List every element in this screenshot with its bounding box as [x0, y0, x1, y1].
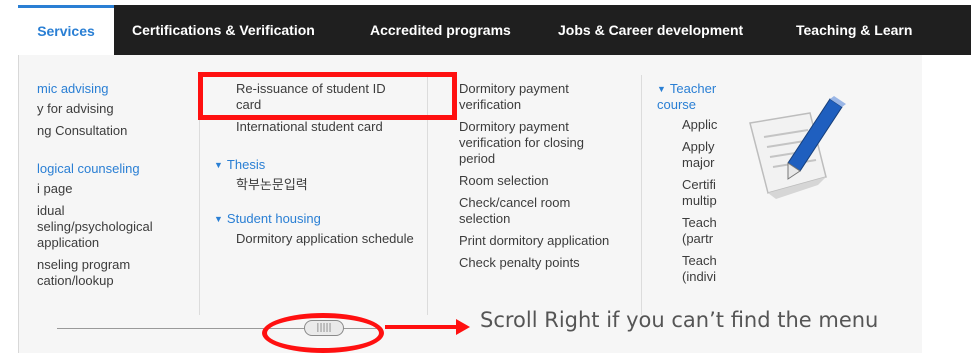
menu-link[interactable]: ng Consultation: [37, 123, 212, 139]
triangle-down-icon: ▼: [657, 84, 666, 94]
pencil-paper-icon: [749, 96, 846, 199]
menu-link[interactable]: cation/lookup: [37, 273, 212, 289]
menu-column-3: Dormitory payment verification Dormitory…: [459, 81, 619, 277]
menu-link[interactable]: Applic: [657, 117, 737, 133]
menu-link[interactable]: application: [37, 235, 212, 251]
section-academic-advising[interactable]: mic advising: [37, 81, 212, 97]
scroll-hint-text: Scroll Right if you can’t find the menu: [480, 308, 879, 332]
menu-link-international-student-card[interactable]: International student card: [214, 119, 414, 135]
top-navigation: Services Certifications & Verification A…: [18, 5, 971, 55]
arrow-head-icon: [456, 319, 470, 335]
menu-link[interactable]: Apply major: [657, 139, 737, 171]
section-thesis[interactable]: ▼ Thesis: [214, 157, 414, 173]
scrollbar-highlight-ellipse: [262, 313, 384, 353]
menu-link[interactable]: seling/psychological: [37, 219, 212, 235]
menu-link[interactable]: Room selection: [459, 173, 619, 189]
left-edge: [0, 100, 18, 340]
menu-column-1: mic advising y for advising ng Consultat…: [37, 81, 212, 295]
menu-link[interactable]: y for advising: [37, 101, 212, 117]
triangle-down-icon: ▼: [214, 160, 223, 170]
menu-link[interactable]: Teach (indivi: [657, 253, 737, 285]
nav-tab-jobs-career[interactable]: Jobs & Career development: [558, 5, 743, 55]
menu-link[interactable]: Dormitory payment verification for closi…: [459, 119, 619, 167]
menu-link[interactable]: Certifi multip: [657, 177, 737, 209]
menu-link[interactable]: Teach (partr: [657, 215, 737, 247]
menu-link[interactable]: Dormitory payment verification: [459, 81, 619, 113]
menu-link-dormitory-application-schedule[interactable]: Dormitory application schedule: [214, 231, 414, 247]
menu-column-4: ▼ Teacher course Applic Apply major Certi…: [657, 81, 737, 291]
screenshot-frame: Services Certifications & Verification A…: [0, 0, 971, 353]
section-teacher-course[interactable]: ▼ Teacher course: [657, 81, 737, 113]
nav-tab-certifications[interactable]: Certifications & Verification: [132, 5, 315, 55]
section-student-housing[interactable]: ▼ Student housing: [214, 211, 414, 227]
section-psychological-counseling[interactable]: logical counseling: [37, 161, 212, 177]
menu-link[interactable]: nseling program: [37, 257, 212, 273]
menu-link-thesis-entry[interactable]: 학부논문입력: [214, 177, 414, 193]
menu-link[interactable]: i page: [37, 181, 212, 197]
highlight-box: [198, 72, 457, 120]
arrow-icon: [385, 325, 460, 329]
menu-link[interactable]: idual: [37, 203, 212, 219]
menu-link[interactable]: Print dormitory application: [459, 233, 619, 249]
triangle-down-icon: ▼: [214, 214, 223, 224]
nav-tab-services[interactable]: Services: [18, 5, 114, 55]
nav-tab-accredited-programs[interactable]: Accredited programs: [370, 5, 511, 55]
column-divider: [641, 75, 642, 315]
menu-link[interactable]: Check penalty points: [459, 255, 619, 271]
menu-link[interactable]: Check/cancel room selection: [459, 195, 619, 227]
nav-tab-teaching-learning[interactable]: Teaching & Learn: [796, 5, 912, 55]
